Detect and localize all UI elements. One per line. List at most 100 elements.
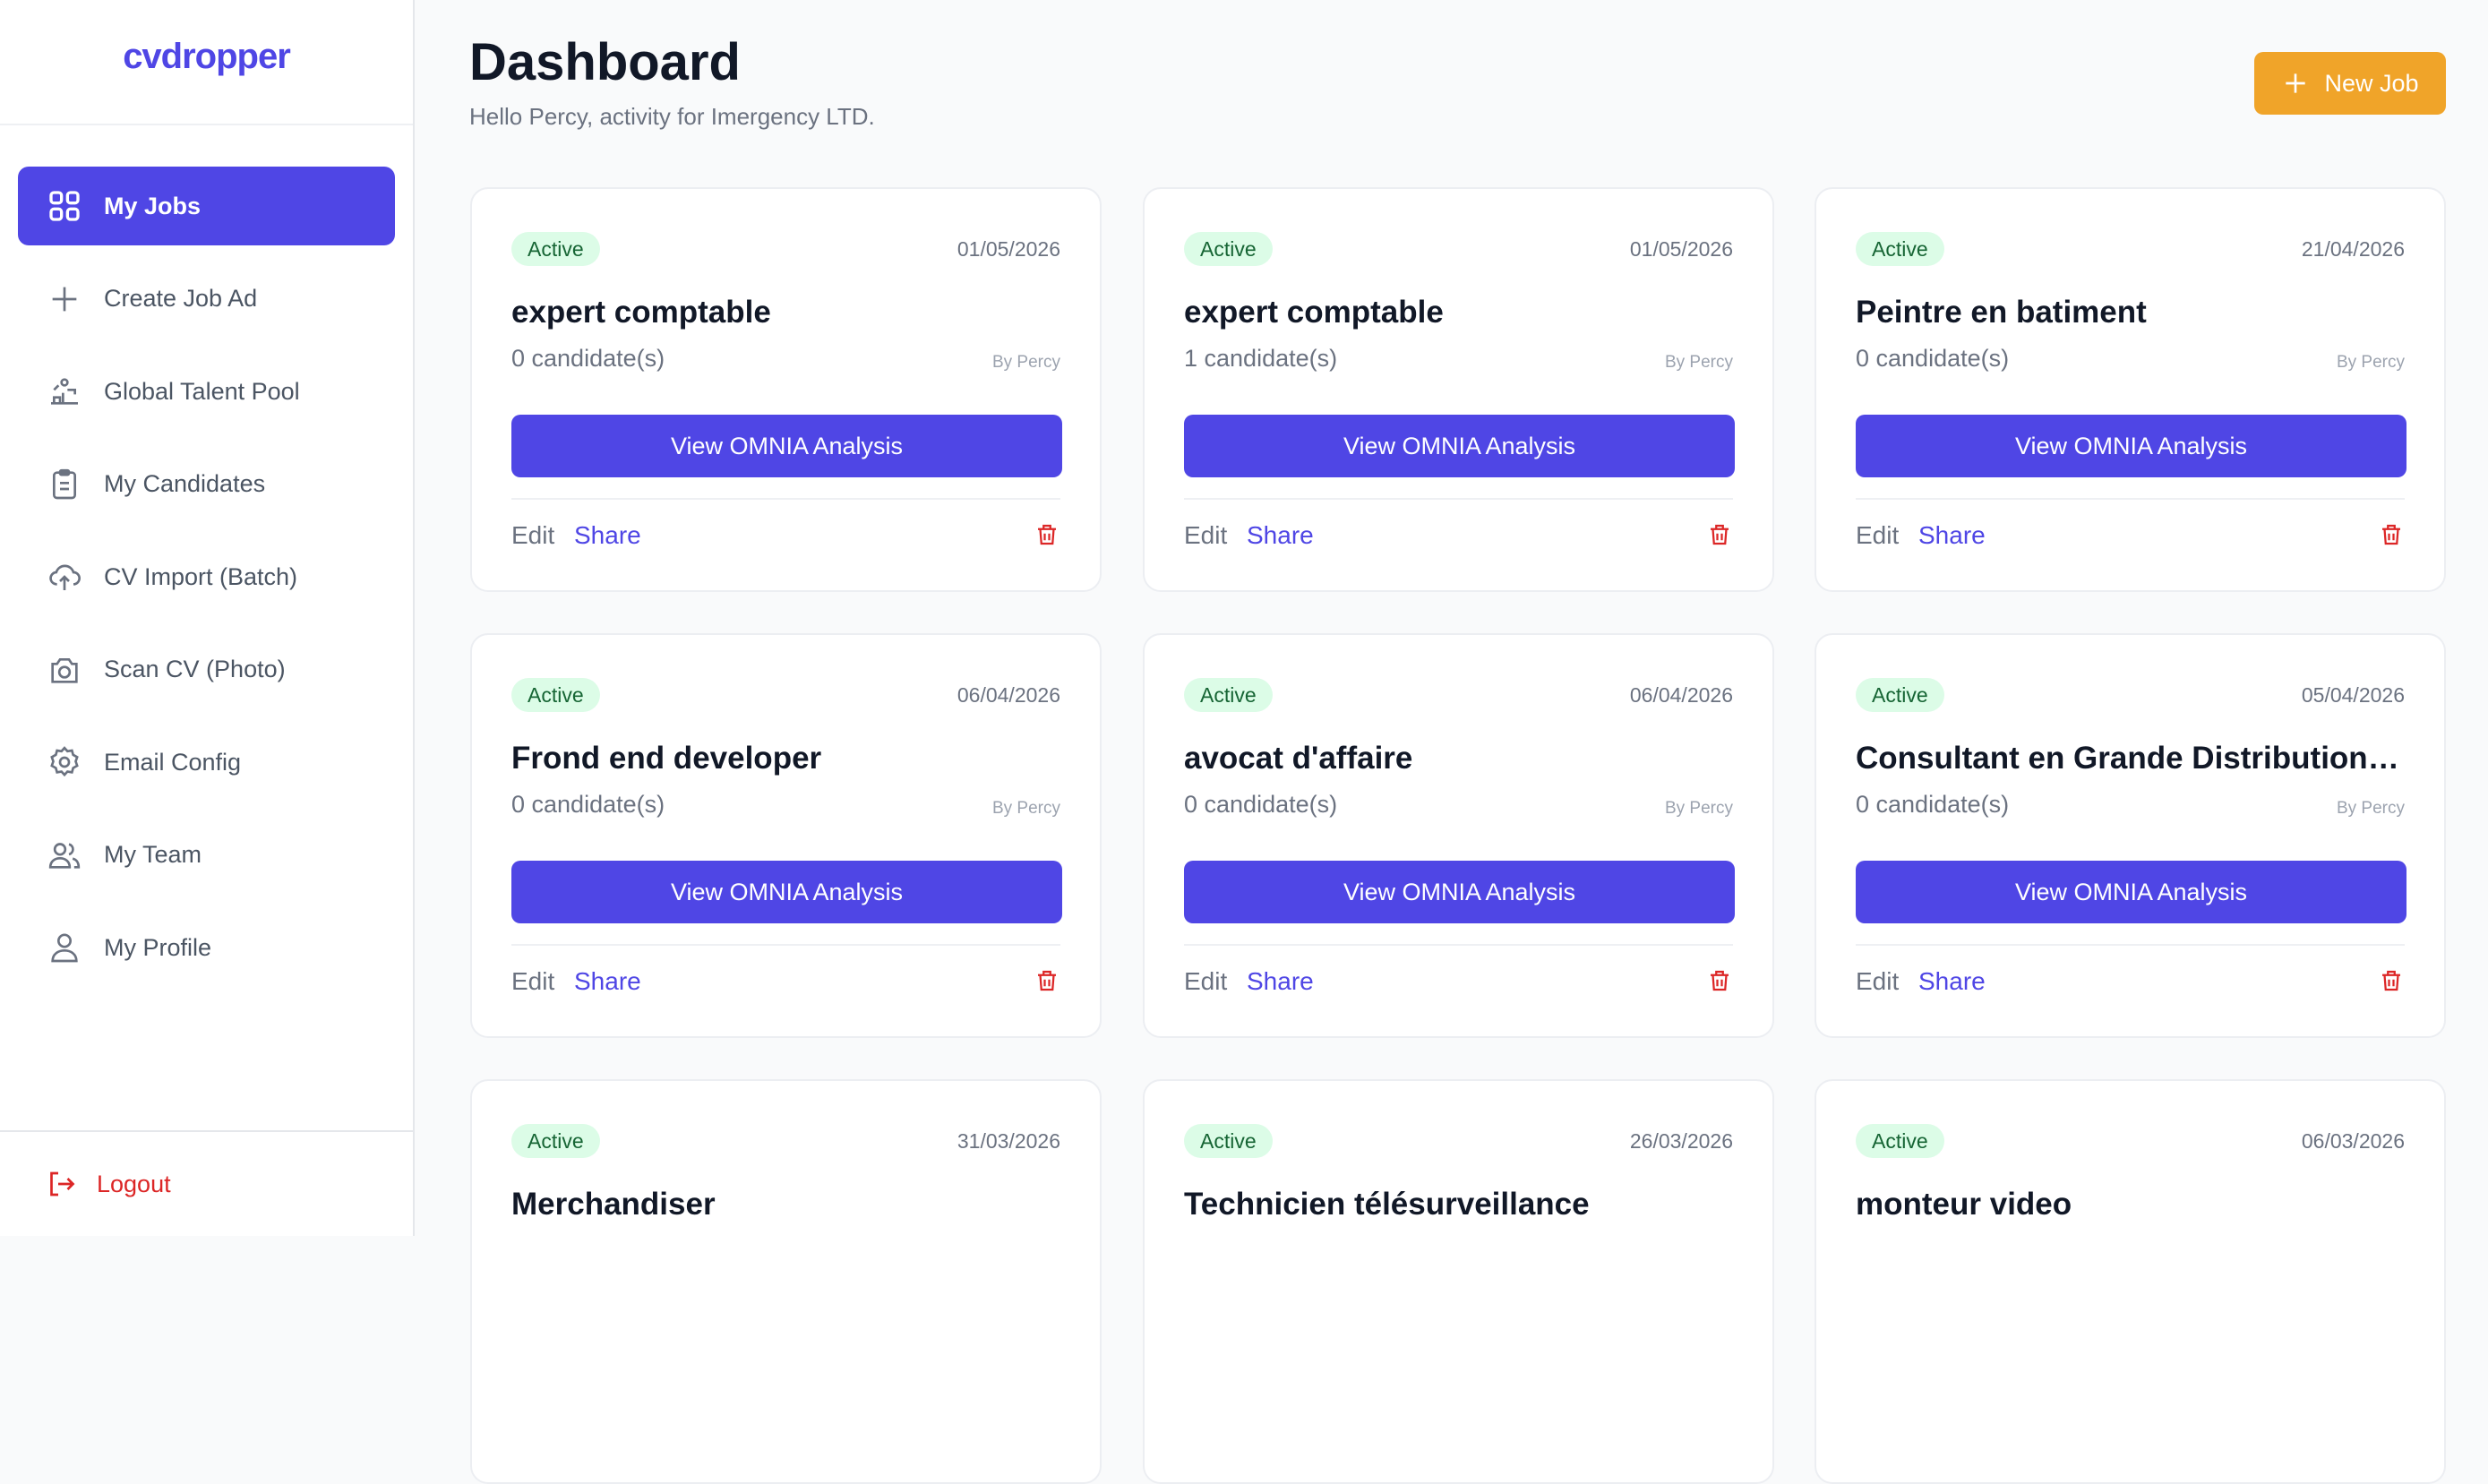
trash-icon[interactable]: [1034, 967, 1060, 994]
job-card: Active 01/05/2026 expert comptable 0 can…: [470, 187, 1102, 592]
sidebar-item-label: My Team: [104, 841, 202, 868]
logout-icon: [50, 1171, 75, 1197]
job-date: 01/05/2026: [957, 237, 1060, 261]
sidebar-item-label: Email Config: [104, 748, 242, 776]
share-link[interactable]: Share: [1247, 521, 1314, 550]
card-divider: [1184, 944, 1733, 946]
sidebar-item-my-jobs[interactable]: My Jobs: [18, 167, 395, 245]
share-link[interactable]: Share: [1247, 967, 1314, 996]
view-omnia-analysis-button[interactable]: View OMNIA Analysis: [511, 415, 1062, 477]
share-link[interactable]: Share: [1918, 967, 1986, 996]
view-omnia-analysis-button[interactable]: View OMNIA Analysis: [511, 861, 1062, 923]
status-badge: Active: [1184, 1124, 1273, 1158]
camera-icon: [51, 657, 78, 683]
edit-link[interactable]: Edit: [511, 521, 554, 550]
new-job-button[interactable]: New Job: [2254, 52, 2446, 115]
job-date: 06/04/2026: [957, 683, 1060, 707]
job-title: Frond end developer: [511, 741, 822, 776]
sidebar-item-label: My Candidates: [104, 470, 266, 497]
card-divider: [1856, 944, 2405, 946]
job-date: 31/03/2026: [957, 1129, 1060, 1153]
job-title: Peintre en batiment: [1856, 295, 2147, 330]
trash-icon[interactable]: [1034, 521, 1060, 548]
grid-icon: [49, 191, 80, 221]
candidate-count: 1 candidate(s): [1184, 345, 1338, 372]
sidebar-item-label: My Jobs: [104, 192, 202, 219]
sidebar: cvdropper My Jobs Create Job Ad Global T…: [0, 0, 415, 1236]
status-badge: Active: [1856, 678, 1944, 712]
logout-label: Logout: [97, 1170, 171, 1197]
new-job-label: New Job: [2324, 69, 2419, 97]
trash-icon[interactable]: [2378, 967, 2405, 994]
card-divider: [1856, 498, 2405, 500]
sidebar-item-my-candidates[interactable]: My Candidates: [18, 445, 395, 524]
sidebar-item-label: My Profile: [104, 933, 212, 961]
status-badge: Active: [1856, 232, 1944, 266]
share-link[interactable]: Share: [1918, 521, 1986, 550]
logout-button[interactable]: Logout: [0, 1130, 413, 1236]
trash-icon[interactable]: [1706, 521, 1733, 548]
card-divider: [511, 944, 1060, 946]
candidate-count: 0 candidate(s): [1184, 791, 1338, 818]
sidebar-item-label: Create Job Ad: [104, 285, 258, 312]
edit-link[interactable]: Edit: [1184, 521, 1227, 550]
share-link[interactable]: Share: [574, 967, 641, 996]
job-author: By Percy: [2336, 353, 2405, 372]
job-title: expert comptable: [511, 295, 771, 330]
sidebar-item-my-profile[interactable]: My Profile: [18, 908, 395, 987]
job-author: By Percy: [991, 799, 1060, 818]
job-title: Consultant en Grande Distribution (...: [1856, 741, 2406, 776]
job-card: Active 06/04/2026 avocat d'affaire 0 can…: [1143, 633, 1774, 1038]
candidate-count: 0 candidate(s): [511, 791, 665, 818]
trash-icon[interactable]: [1706, 967, 1733, 994]
plus-icon: [2286, 73, 2306, 93]
card-divider: [511, 498, 1060, 500]
view-omnia-analysis-button[interactable]: View OMNIA Analysis: [1856, 861, 2406, 923]
cloud-upload-icon: [49, 564, 81, 590]
job-date: 26/03/2026: [1629, 1129, 1733, 1153]
job-author: By Percy: [2336, 799, 2405, 818]
talent-pool-icon: [51, 378, 78, 405]
status-badge: Active: [1856, 1124, 1944, 1158]
trash-icon[interactable]: [2378, 521, 2405, 548]
job-card: Active 06/03/2026 monteur video: [1815, 1079, 2446, 1484]
logo-area: cvdropper: [0, 0, 413, 125]
job-author: By Percy: [1664, 353, 1733, 372]
gear-icon: [50, 746, 79, 777]
sidebar-item-create-job-ad[interactable]: Create Job Ad: [18, 260, 395, 339]
sidebar-item-scan-cv[interactable]: Scan CV (Photo): [18, 630, 395, 709]
status-badge: Active: [511, 1124, 600, 1158]
sidebar-item-my-team[interactable]: My Team: [18, 816, 395, 895]
sidebar-item-cv-import[interactable]: CV Import (Batch): [18, 537, 395, 616]
sidebar-nav: My Jobs Create Job Ad Global Talent Pool…: [0, 125, 413, 987]
candidate-count: 0 candidate(s): [1856, 791, 2010, 818]
status-badge: Active: [1184, 232, 1273, 266]
view-omnia-analysis-button[interactable]: View OMNIA Analysis: [1184, 415, 1735, 477]
status-badge: Active: [1184, 678, 1273, 712]
plus-icon: [52, 287, 77, 311]
status-badge: Active: [511, 678, 600, 712]
share-link[interactable]: Share: [574, 521, 641, 550]
sidebar-item-email-config[interactable]: Email Config: [18, 723, 395, 802]
view-omnia-analysis-button[interactable]: View OMNIA Analysis: [1184, 861, 1735, 923]
view-omnia-analysis-button[interactable]: View OMNIA Analysis: [1856, 415, 2406, 477]
edit-link[interactable]: Edit: [1184, 967, 1227, 996]
job-card: Active 21/04/2026 Peintre en batiment 0 …: [1815, 187, 2446, 592]
sidebar-item-global-talent-pool[interactable]: Global Talent Pool: [18, 352, 395, 431]
edit-link[interactable]: Edit: [1856, 521, 1899, 550]
edit-link[interactable]: Edit: [1856, 967, 1899, 996]
edit-link[interactable]: Edit: [511, 967, 554, 996]
team-icon: [48, 842, 81, 869]
job-card: Active 26/03/2026 Technicien télésurveil…: [1143, 1079, 1774, 1484]
job-date: 05/04/2026: [2301, 683, 2405, 707]
page-title: Dashboard: [469, 33, 741, 91]
clipboard-icon: [53, 468, 76, 499]
sidebar-item-label: Global Talent Pool: [104, 377, 300, 405]
candidate-count: 0 candidate(s): [511, 345, 665, 372]
job-card: Active 06/04/2026 Frond end developer 0 …: [470, 633, 1102, 1038]
card-divider: [1184, 498, 1733, 500]
job-date: 21/04/2026: [2301, 237, 2405, 261]
app-logo[interactable]: cvdropper: [123, 37, 291, 77]
job-title: expert comptable: [1184, 295, 1444, 330]
job-title: monteur video: [1856, 1187, 2072, 1222]
